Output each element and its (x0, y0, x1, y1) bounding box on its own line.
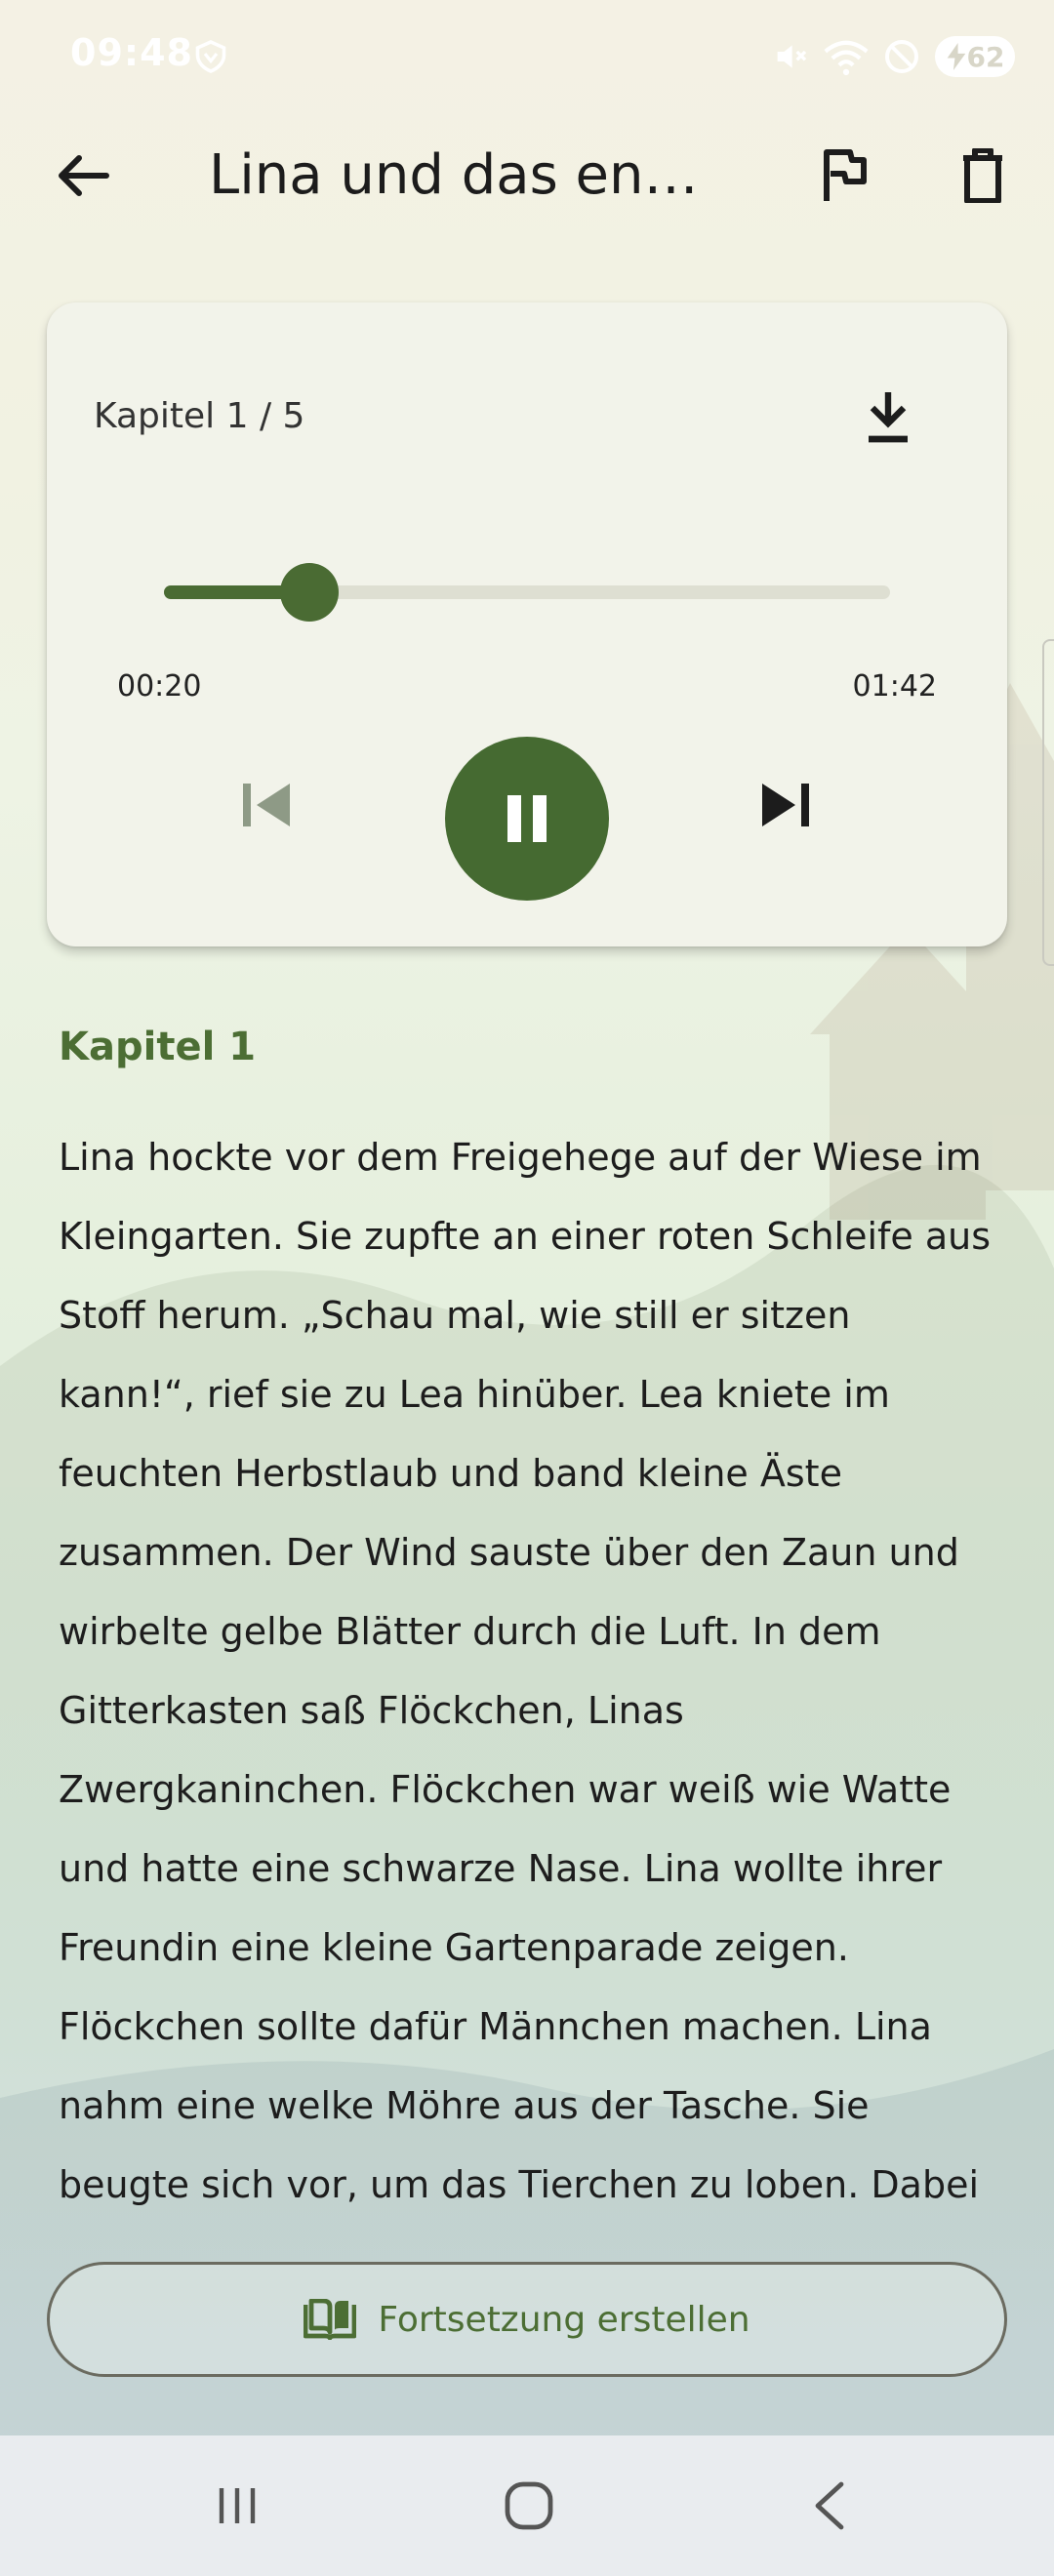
audio-player-card: Kapitel 1 / 5 00:20 01:42 (47, 302, 1007, 946)
chapter-text: Lina hockte vor dem Freigehege auf der W… (59, 1136, 992, 2206)
back-button[interactable] (49, 144, 117, 207)
dnd-icon (885, 40, 918, 73)
nav-back-button[interactable] (802, 2478, 857, 2533)
page-title: Lina und das entlauf… (209, 143, 716, 207)
battery-level: 62 (966, 40, 1005, 73)
nav-back-icon (815, 2481, 844, 2530)
pause-icon (507, 795, 547, 842)
skip-previous-icon (243, 784, 290, 826)
chapter-heading: Kapitel 1 (59, 1025, 257, 1069)
recents-icon (219, 2488, 256, 2523)
elapsed-time: 00:20 (117, 669, 202, 704)
home-button[interactable] (502, 2478, 556, 2533)
download-button[interactable] (859, 386, 917, 449)
home-icon (505, 2481, 553, 2530)
system-nav-bar (0, 2435, 1054, 2576)
battery-charging-icon: 62 (935, 36, 1015, 77)
next-chapter-button[interactable] (751, 771, 820, 839)
total-time: 01:42 (852, 669, 937, 704)
mute-icon (777, 45, 807, 68)
vpn-shield-icon (195, 40, 226, 73)
edge-panel-handle[interactable] (1042, 639, 1054, 966)
play-pause-button[interactable] (445, 737, 609, 901)
chapter-counter: Kapitel 1 / 5 (94, 396, 305, 436)
slider-thumb[interactable] (279, 563, 339, 622)
trash-icon (963, 148, 1002, 203)
book-open-icon (304, 2299, 357, 2340)
report-button[interactable] (810, 144, 878, 207)
previous-chapter-button[interactable] (232, 771, 301, 839)
progress-slider[interactable] (164, 563, 890, 622)
app-bar: Lina und das entlauf… (0, 117, 1054, 234)
status-time: 09:48 (70, 31, 193, 74)
status-bar: 09:48 62 (0, 0, 1054, 112)
wifi-icon (824, 40, 869, 76)
skip-next-icon (762, 784, 809, 826)
arrow-back-icon (59, 155, 109, 196)
recents-button[interactable] (213, 2478, 262, 2533)
status-icons: 62 (771, 33, 1015, 80)
create-continuation-label: Fortsetzung erstellen (378, 2299, 750, 2340)
download-icon (869, 392, 908, 443)
delete-button[interactable] (949, 144, 1017, 207)
create-continuation-button[interactable]: Fortsetzung erstellen (47, 2262, 1007, 2377)
flag-icon (824, 149, 867, 201)
